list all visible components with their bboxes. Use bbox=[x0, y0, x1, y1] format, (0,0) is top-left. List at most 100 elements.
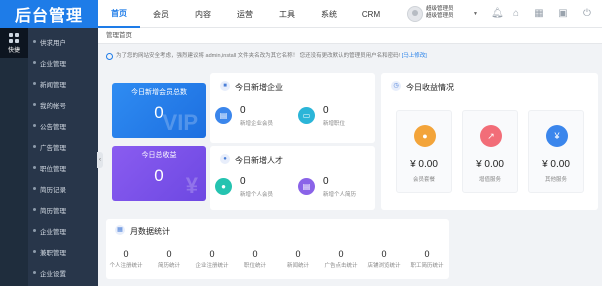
nav-tab-members[interactable]: 会员 bbox=[140, 0, 182, 28]
sidebar-item[interactable]: 企业管理 bbox=[28, 220, 98, 241]
sidebar-item-label: 供求用户 bbox=[40, 39, 66, 47]
monthly-label: 职位统计 bbox=[243, 263, 266, 269]
security-notice: 为了您的网站安全考虑，强烈建议将 admin,install 文件夹名改为其它名… bbox=[102, 50, 598, 63]
monthly-value: 0 bbox=[338, 249, 344, 259]
earning-label: 其他服务 bbox=[544, 177, 567, 183]
lock-icon[interactable]: ▣ bbox=[557, 8, 569, 20]
icon-strip: 快捷 bbox=[0, 28, 28, 286]
stat-value: 0 bbox=[240, 105, 246, 116]
user-icon: ● bbox=[220, 154, 230, 164]
sidebar-item[interactable]: 企业设置 bbox=[28, 262, 98, 283]
sidebar-item-label: 简历记录 bbox=[40, 186, 66, 194]
person-icon: ● bbox=[215, 178, 232, 195]
nav-tab-system[interactable]: 系统 bbox=[308, 0, 350, 28]
sidebar-item[interactable]: 企业管理 bbox=[28, 52, 98, 73]
bullet-icon bbox=[33, 124, 36, 127]
chart-up-icon: ↗ bbox=[480, 125, 502, 147]
sidebar-collapse-handle[interactable]: ‹ bbox=[97, 152, 103, 168]
new-companies-card: ■ 今日新增企业 ▤ 0 新增企业会员 ▭ 0 新增职位 bbox=[210, 73, 375, 143]
nav-tab-content[interactable]: 内容 bbox=[182, 0, 224, 28]
monthly-stat[interactable]: 0 职位统计 bbox=[238, 249, 272, 269]
vip-watermark-icon: VIP bbox=[162, 110, 198, 135]
stat-value: 0 bbox=[323, 105, 329, 116]
monthly-stat[interactable]: 0 职工简历统计 bbox=[410, 249, 444, 269]
monthly-stat[interactable]: 0 简历统计 bbox=[152, 249, 186, 269]
home-icon[interactable]: ⌂ bbox=[510, 8, 522, 20]
sidebar-item-label: 公告管理 bbox=[40, 123, 66, 131]
sidebar-item[interactable]: 广告管理 bbox=[28, 136, 98, 157]
sidebar-item-label: 职位管理 bbox=[40, 165, 66, 173]
notice-text: 为了您的网站安全考虑，强烈建议将 admin,install 文件夹名改为其它名… bbox=[116, 53, 401, 59]
card-title: 今日收益情况 bbox=[406, 83, 454, 92]
sidebar-item[interactable]: 简历管理 bbox=[28, 199, 98, 220]
monthly-stats-card: ▦ 月数据统计 0 个人注册统计 0 简历统计 0 企业注册统计 0 职位统计 0 新闻统… bbox=[106, 219, 449, 279]
resume-icon: ▤ bbox=[298, 178, 315, 195]
bullet-icon bbox=[33, 229, 36, 232]
sidebar-item[interactable]: 公告管理 bbox=[28, 115, 98, 136]
monthly-stat[interactable]: 0 广告点击统计 bbox=[324, 249, 358, 269]
card-title: 今日新增企业 bbox=[235, 83, 283, 92]
monthly-label: 店铺浏览统计 bbox=[367, 263, 401, 269]
user-avatar[interactable] bbox=[407, 6, 423, 22]
today-income-card[interactable]: 今日总收益 0 ¥ bbox=[112, 146, 206, 201]
monthly-label: 新闻统计 bbox=[286, 263, 309, 269]
card-title: 今日新增会员总数 bbox=[131, 89, 187, 96]
monthly-value: 0 bbox=[123, 249, 129, 259]
money-bag-icon: ¥ bbox=[546, 125, 568, 147]
sidebar-item-label: 简历管理 bbox=[40, 207, 66, 215]
nav-tab-operations[interactable]: 运营 bbox=[224, 0, 266, 28]
logout-icon[interactable]: ⏻ bbox=[581, 8, 593, 20]
monthly-value: 0 bbox=[381, 249, 387, 259]
earning-label: 会员套餐 bbox=[412, 177, 435, 183]
bullet-icon bbox=[33, 250, 36, 253]
monthly-label: 广告点击统计 bbox=[324, 263, 358, 269]
apps-icon[interactable]: ▦ bbox=[533, 8, 545, 20]
clock-icon: ◷ bbox=[391, 81, 401, 91]
sidebar-item[interactable]: 兼职管理 bbox=[28, 241, 98, 262]
sidebar-item[interactable]: 新闻管理 bbox=[28, 73, 98, 94]
nav-tab-crm[interactable]: CRM bbox=[350, 0, 392, 28]
monthly-stat[interactable]: 0 新闻统计 bbox=[281, 249, 315, 269]
sidebar-item[interactable]: 简历记录 bbox=[28, 178, 98, 199]
sidebar-item[interactable]: 供求用户 bbox=[28, 31, 98, 52]
earning-membership[interactable]: ● ¥ 0.00 会员套餐 bbox=[396, 110, 452, 193]
earning-value-added[interactable]: ↗ ¥ 0.00 增值服务 bbox=[462, 110, 518, 193]
sidebar-item[interactable]: 职位管理 bbox=[28, 157, 98, 178]
sidebar-item-label: 企业管理 bbox=[40, 60, 66, 68]
monthly-value: 0 bbox=[166, 249, 172, 259]
nav-tab-tools[interactable]: 工具 bbox=[266, 0, 308, 28]
notice-fix-link[interactable]: [马上修改] bbox=[402, 53, 427, 59]
bullet-icon bbox=[33, 40, 36, 43]
monthly-stat[interactable]: 0 店铺浏览统计 bbox=[367, 249, 401, 269]
bullet-icon bbox=[33, 166, 36, 169]
monthly-label: 简历统计 bbox=[157, 263, 180, 269]
earning-value: ¥ 0.00 bbox=[410, 159, 438, 170]
caret-down-icon[interactable]: ▼ bbox=[473, 11, 478, 17]
earning-value: ¥ 0.00 bbox=[476, 159, 504, 170]
monthly-value: 0 bbox=[252, 249, 258, 259]
sidebar-item-label: 广告管理 bbox=[40, 144, 66, 152]
app-logo[interactable]: 后台管理 bbox=[0, 0, 98, 28]
company-icon: ▤ bbox=[215, 107, 232, 124]
sidebar-item-label: 企业设置 bbox=[40, 270, 66, 278]
stat-label: 新增个人简历 bbox=[323, 192, 357, 198]
briefcase-icon: ▭ bbox=[298, 107, 315, 124]
card-title: 今日新增人才 bbox=[235, 156, 283, 165]
bullet-icon bbox=[33, 103, 36, 106]
monthly-stat[interactable]: 0 个人注册统计 bbox=[109, 249, 143, 269]
today-members-card[interactable]: 今日新增会员总数 0 VIP bbox=[112, 83, 206, 138]
quick-menu-button[interactable]: 快捷 bbox=[0, 28, 28, 58]
earning-other[interactable]: ¥ ¥ 0.00 其他服务 bbox=[528, 110, 584, 193]
bullet-icon bbox=[33, 271, 36, 274]
monthly-stat[interactable]: 0 企业注册统计 bbox=[195, 249, 229, 269]
chevron-left-icon: ‹ bbox=[99, 157, 101, 163]
sidebar-item-label: 新闻管理 bbox=[40, 81, 66, 89]
user-menu[interactable]: 超级管理员 超级管理员 bbox=[426, 6, 454, 20]
top-nav: 首页 会员 内容 运营 工具 系统 CRM bbox=[98, 0, 392, 28]
sidebar-item[interactable]: 我的帐号 bbox=[28, 94, 98, 115]
nav-tab-home[interactable]: 首页 bbox=[98, 0, 140, 28]
earning-label: 增值服务 bbox=[478, 177, 501, 183]
bell-icon[interactable]: 🔔︎ bbox=[491, 8, 504, 20]
sidebar-menu: 供求用户 企业管理 新闻管理 我的帐号 公告管理 广告管理 职位管理 简历记录 … bbox=[28, 28, 98, 286]
yen-watermark-icon: ¥ bbox=[185, 173, 198, 198]
